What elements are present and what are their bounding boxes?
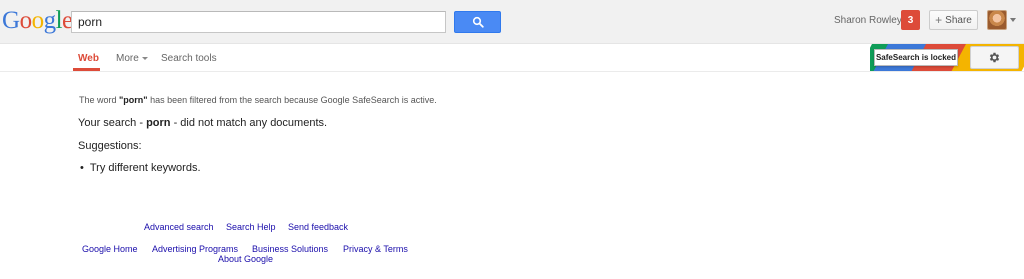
bullet-icon: • (80, 162, 84, 174)
logo-letter: G (2, 7, 20, 34)
chevron-down-icon (141, 56, 148, 60)
filter-message-suffix: has been filtered from the search becaus… (147, 95, 437, 105)
settings-button[interactable] (970, 46, 1019, 69)
safesearch-filter-message: The word "porn" has been filtered from t… (79, 95, 437, 105)
tab-web[interactable]: Web (78, 53, 99, 64)
tab-more[interactable]: More (116, 53, 148, 64)
suggestion-text: Try different keywords. (89, 162, 201, 174)
share-button[interactable]: + Share (929, 10, 978, 30)
no-match-prefix: Your search - (78, 117, 147, 129)
google-home-link[interactable]: Google Home (82, 244, 138, 254)
logo-letter: o (19, 7, 33, 34)
business-solutions-link[interactable]: Business Solutions (252, 244, 328, 254)
nav-divider (0, 71, 1024, 72)
google-logo[interactable]: Google (2, 6, 73, 36)
search-nav: Web More Search tools (0, 44, 870, 71)
advanced-search-link[interactable]: Advanced search (144, 222, 214, 232)
about-google-link[interactable]: About Google (218, 254, 273, 264)
share-label: Share (945, 14, 972, 26)
suggestions-heading: Suggestions: (78, 140, 142, 152)
tab-more-label: More (116, 53, 139, 64)
safesearch-locked-badge: SafeSearch is locked (874, 49, 958, 66)
top-bar: Google Sharon Rowley 3 + Share (0, 0, 1024, 44)
search-box[interactable] (71, 11, 446, 33)
filtered-term: "porn" (119, 95, 148, 105)
tab-search-tools[interactable]: Search tools (161, 53, 217, 64)
search-button[interactable] (454, 11, 501, 33)
chevron-down-icon[interactable] (1010, 18, 1016, 22)
notification-badge[interactable]: 3 (901, 10, 920, 30)
user-name[interactable]: Sharon Rowley (834, 15, 902, 26)
advertising-programs-link[interactable]: Advertising Programs (152, 244, 238, 254)
send-feedback-link[interactable]: Send feedback (288, 222, 348, 232)
search-help-link[interactable]: Search Help (226, 222, 276, 232)
search-input[interactable] (72, 12, 445, 32)
privacy-terms-link[interactable]: Privacy & Terms (343, 244, 408, 254)
logo-letter: g (43, 7, 57, 34)
logo-letter: o (31, 7, 45, 34)
filter-message-prefix: The word (79, 95, 120, 105)
no-match-suffix: - did not match any documents. (170, 117, 328, 129)
no-match-term: porn (146, 117, 171, 129)
search-icon (472, 16, 484, 28)
plus-icon: + (935, 13, 943, 27)
gear-icon (989, 52, 1000, 63)
avatar[interactable] (987, 10, 1007, 30)
no-results-message: Your search - porn - did not match any d… (78, 117, 327, 129)
suggestion-item: • Try different keywords. (80, 162, 201, 174)
